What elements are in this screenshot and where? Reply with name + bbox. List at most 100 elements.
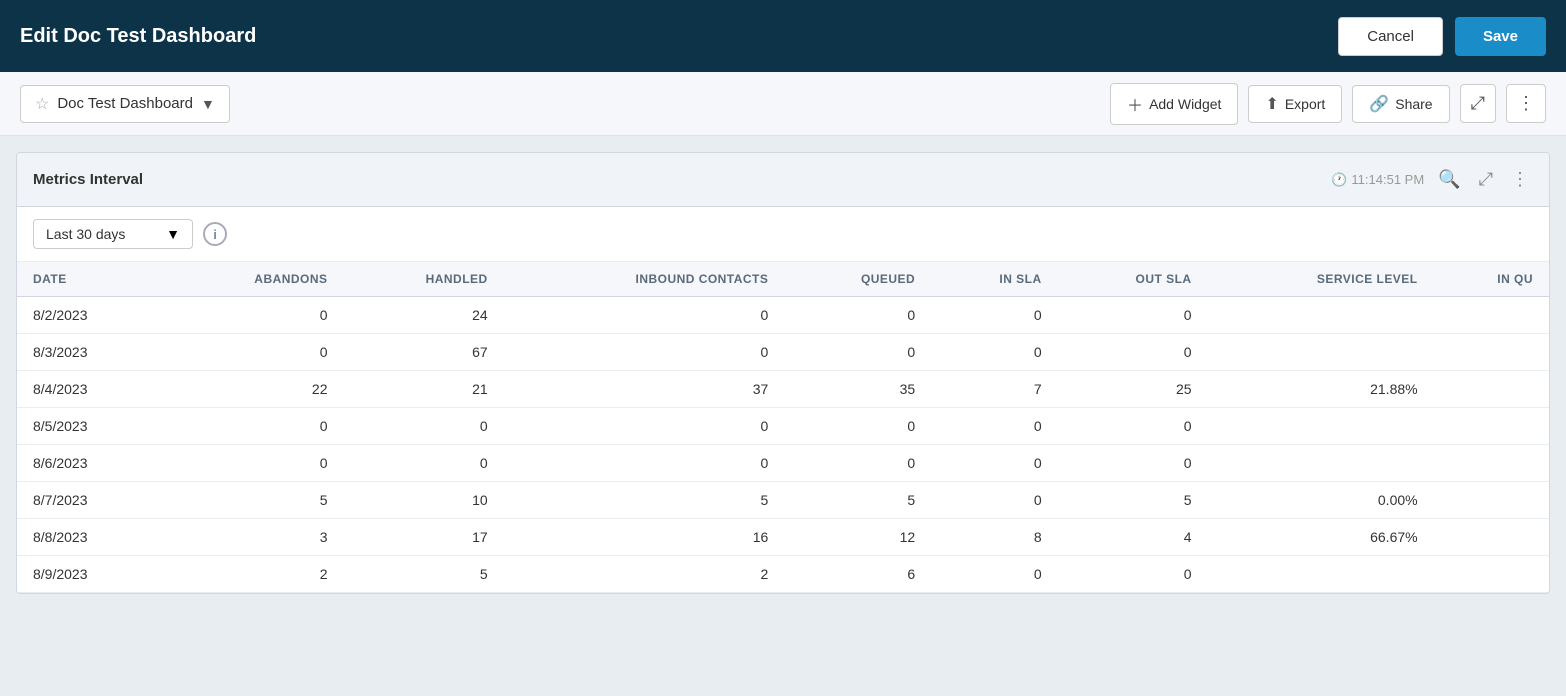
- table-cell: 10: [343, 482, 503, 519]
- fullscreen-button[interactable]: ⤢: [1460, 84, 1496, 123]
- table-cell: [1434, 556, 1549, 593]
- table-cell: [1434, 482, 1549, 519]
- dashboard-selector[interactable]: ☆ Doc Test Dashboard ▼: [20, 85, 230, 123]
- table-cell: [1434, 297, 1549, 334]
- table-cell: [1434, 519, 1549, 556]
- table-row: 8/4/20232221373572521.88%: [17, 371, 1549, 408]
- export-icon: ⬆: [1265, 94, 1278, 114]
- table-cell: 6: [784, 556, 931, 593]
- search-button[interactable]: 🔍: [1434, 165, 1464, 194]
- interval-chevron-icon: ▼: [166, 226, 180, 242]
- table-cell: 0: [164, 297, 343, 334]
- more-options-button[interactable]: ⋮: [1506, 84, 1546, 123]
- interval-selector[interactable]: Last 30 days ▼: [33, 219, 193, 249]
- add-widget-label: Add Widget: [1149, 96, 1221, 112]
- save-button[interactable]: Save: [1455, 17, 1546, 56]
- col-date: DATE: [17, 262, 164, 297]
- metrics-table-wrapper[interactable]: DATE ABANDONS HANDLED INBOUND CONTACTS Q…: [17, 262, 1549, 593]
- table-row: 8/3/20230670000: [17, 334, 1549, 371]
- timestamp-value: 11:14:51 PM: [1351, 172, 1424, 187]
- table-cell: 0: [164, 408, 343, 445]
- table-cell: 0: [164, 334, 343, 371]
- table-cell: 24: [343, 297, 503, 334]
- table-cell: 8/6/2023: [17, 445, 164, 482]
- col-abandons: ABANDONS: [164, 262, 343, 297]
- secondary-toolbar: ☆ Doc Test Dashboard ▼ ＋ Add Widget ⬆ Ex…: [0, 72, 1566, 136]
- table-cell: 21.88%: [1208, 371, 1434, 408]
- widget-header: Metrics Interval 🕐 11:14:51 PM 🔍 ⤢ ⋮: [17, 153, 1549, 207]
- table-row: 8/2/20230240000: [17, 297, 1549, 334]
- more-icon: ⋮: [1517, 93, 1535, 114]
- table-cell: 8/3/2023: [17, 334, 164, 371]
- table-cell: 0: [931, 334, 1057, 371]
- table-cell: 0: [784, 445, 931, 482]
- top-header: Edit Doc Test Dashboard Cancel Save: [0, 0, 1566, 72]
- table-cell: 0: [343, 445, 503, 482]
- header-buttons: Cancel Save: [1338, 17, 1546, 56]
- share-label: Share: [1395, 96, 1432, 112]
- widget-more-button[interactable]: ⋮: [1507, 165, 1533, 194]
- table-cell: [1434, 334, 1549, 371]
- table-cell: 25: [1058, 371, 1208, 408]
- table-header-row: DATE ABANDONS HANDLED INBOUND CONTACTS Q…: [17, 262, 1549, 297]
- table-cell: 2: [504, 556, 785, 593]
- metrics-widget: Metrics Interval 🕐 11:14:51 PM 🔍 ⤢ ⋮: [16, 152, 1550, 594]
- col-inbound-contacts: INBOUND CONTACTS: [504, 262, 785, 297]
- table-cell: 66.67%: [1208, 519, 1434, 556]
- table-cell: [1434, 371, 1549, 408]
- search-icon: 🔍: [1438, 169, 1460, 190]
- table-cell: 0: [504, 445, 785, 482]
- col-out-sla: OUT SLA: [1058, 262, 1208, 297]
- col-service-level: SERVICE LEVEL: [1208, 262, 1434, 297]
- cancel-button[interactable]: Cancel: [1338, 17, 1443, 56]
- widget-controls: Last 30 days ▼ i: [17, 207, 1549, 262]
- table-cell: 0: [504, 297, 785, 334]
- table-cell: 2: [164, 556, 343, 593]
- widget-timestamp: 🕐 11:14:51 PM: [1331, 172, 1424, 188]
- table-row: 8/8/202331716128466.67%: [17, 519, 1549, 556]
- table-cell: 0: [784, 297, 931, 334]
- table-cell: [1208, 556, 1434, 593]
- add-widget-button[interactable]: ＋ Add Widget: [1110, 83, 1238, 125]
- table-header: DATE ABANDONS HANDLED INBOUND CONTACTS Q…: [17, 262, 1549, 297]
- table-cell: 5: [784, 482, 931, 519]
- widget-more-icon: ⋮: [1511, 169, 1529, 190]
- info-icon[interactable]: i: [203, 222, 227, 246]
- table-row: 8/9/2023252600: [17, 556, 1549, 593]
- table-row: 8/6/2023000000: [17, 445, 1549, 482]
- export-label: Export: [1285, 96, 1325, 112]
- table-row: 8/7/202351055050.00%: [17, 482, 1549, 519]
- expand-icon: ⤢: [1479, 169, 1493, 190]
- table-cell: 0: [784, 408, 931, 445]
- clock-icon: 🕐: [1331, 172, 1347, 188]
- table-cell: 5: [1058, 482, 1208, 519]
- interval-label: Last 30 days: [46, 226, 158, 242]
- chevron-down-icon: ▼: [201, 96, 215, 112]
- table-cell: 0: [1058, 297, 1208, 334]
- table-row: 8/5/2023000000: [17, 408, 1549, 445]
- table-cell: 4: [1058, 519, 1208, 556]
- table-cell: 0: [784, 334, 931, 371]
- table-cell: 0: [343, 408, 503, 445]
- table-body: 8/2/202302400008/3/202306700008/4/202322…: [17, 297, 1549, 593]
- table-cell: 12: [784, 519, 931, 556]
- export-button[interactable]: ⬆ Export: [1248, 85, 1342, 123]
- expand-button[interactable]: ⤢: [1475, 165, 1497, 194]
- table-cell: 0.00%: [1208, 482, 1434, 519]
- col-handled: HANDLED: [343, 262, 503, 297]
- table-cell: 0: [931, 445, 1057, 482]
- table-cell: [1434, 408, 1549, 445]
- table-cell: 8/7/2023: [17, 482, 164, 519]
- table-cell: 67: [343, 334, 503, 371]
- table-cell: 8/9/2023: [17, 556, 164, 593]
- table-cell: 16: [504, 519, 785, 556]
- table-cell: 21: [343, 371, 503, 408]
- table-cell: [1208, 297, 1434, 334]
- share-button[interactable]: 🔗 Share: [1352, 85, 1449, 123]
- table-cell: 37: [504, 371, 785, 408]
- metrics-table: DATE ABANDONS HANDLED INBOUND CONTACTS Q…: [17, 262, 1549, 593]
- col-in-qu: IN QU: [1434, 262, 1549, 297]
- page-title: Edit Doc Test Dashboard: [20, 25, 256, 48]
- table-cell: 0: [1058, 556, 1208, 593]
- table-cell: 8: [931, 519, 1057, 556]
